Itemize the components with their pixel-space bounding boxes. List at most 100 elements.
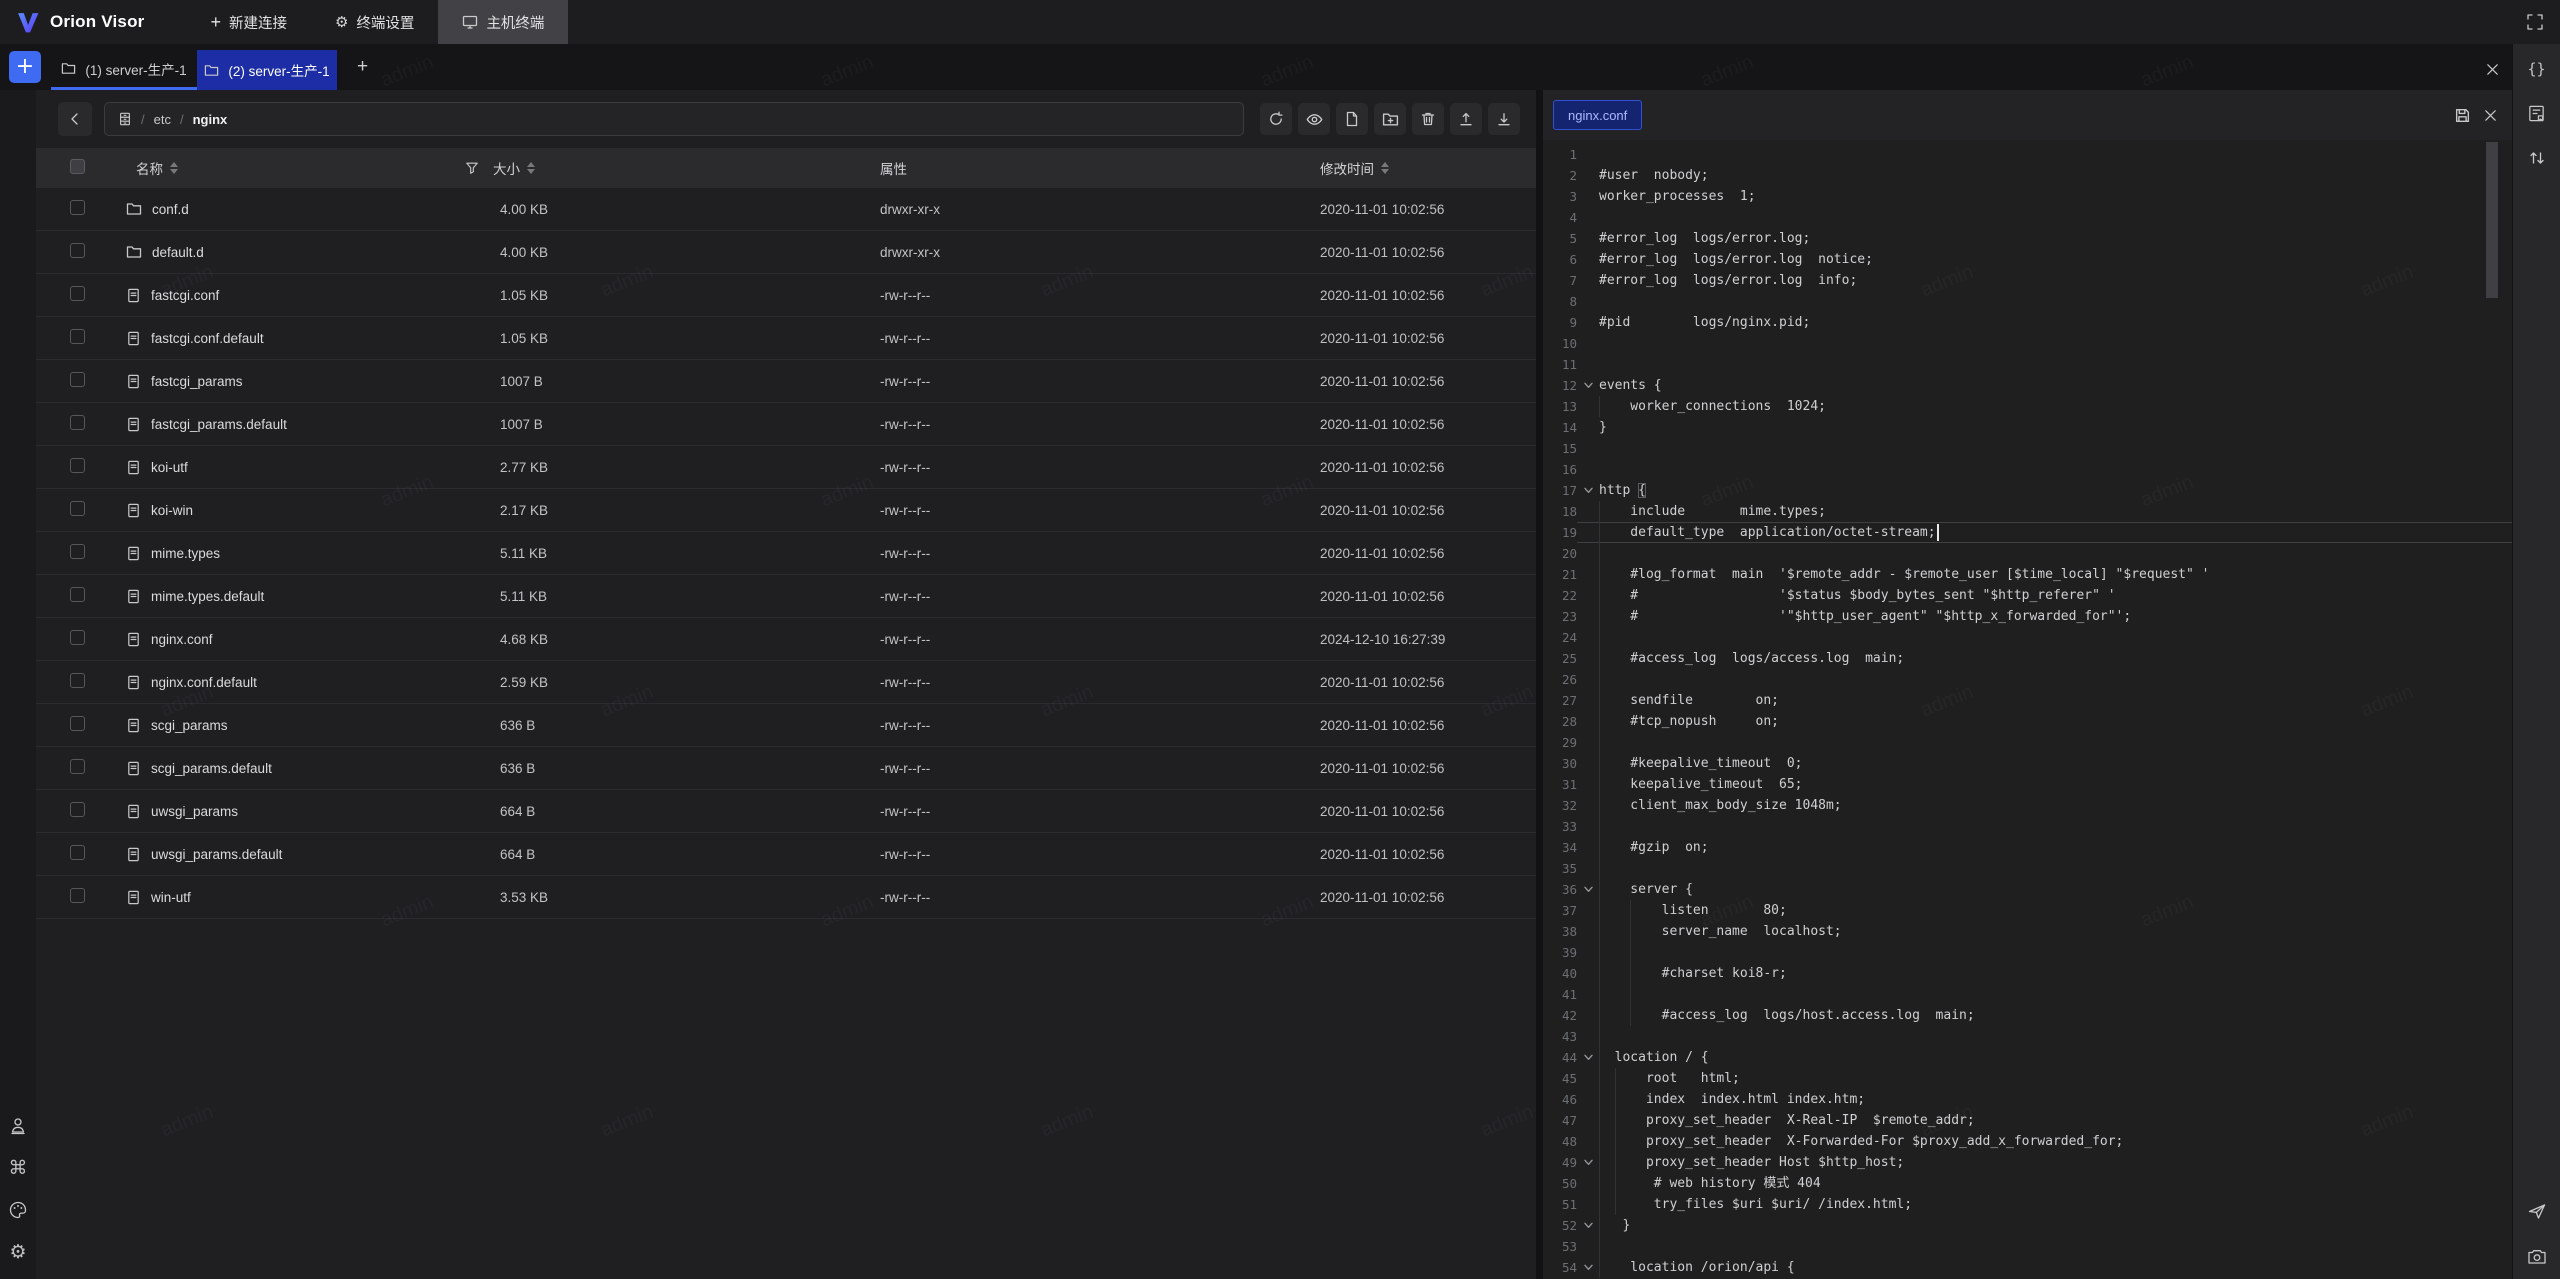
row-checkbox[interactable] bbox=[70, 845, 85, 860]
breadcrumb-segment[interactable]: nginx bbox=[193, 112, 228, 127]
add-tab-button[interactable]: + bbox=[357, 56, 368, 78]
row-checkbox[interactable] bbox=[70, 802, 85, 817]
code-line[interactable]: 5#error_log logs/error.log; bbox=[1543, 228, 2512, 249]
row-checkbox[interactable] bbox=[70, 759, 85, 774]
table-row[interactable]: default.d 4.00 KB drwxr-xr-x 2020-11-01 … bbox=[36, 231, 1536, 274]
new-file-icon[interactable] bbox=[1336, 103, 1368, 135]
table-row[interactable]: nginx.conf 4.68 KB -rw-r--r-- 2024-12-10… bbox=[36, 618, 1536, 661]
column-header-mtime[interactable]: 修改时间 bbox=[1281, 158, 1536, 178]
code-line[interactable]: 12events { bbox=[1543, 375, 2512, 396]
code-line[interactable]: 52 } bbox=[1543, 1215, 2512, 1236]
row-checkbox[interactable] bbox=[70, 544, 85, 559]
fold-chevron-icon[interactable] bbox=[1577, 1052, 1599, 1063]
code-line[interactable]: 10 bbox=[1543, 333, 2512, 354]
code-line[interactable]: 19 default_type application/octet-stream… bbox=[1543, 522, 2512, 543]
script-doc-icon[interactable] bbox=[2527, 104, 2546, 123]
code-line[interactable]: 39 bbox=[1543, 942, 2512, 963]
table-row[interactable]: fastcgi_params.default 1007 B -rw-r--r--… bbox=[36, 403, 1536, 446]
fold-chevron-icon[interactable] bbox=[1577, 380, 1599, 391]
table-row[interactable]: mime.types 5.11 KB -rw-r--r-- 2020-11-01… bbox=[36, 532, 1536, 575]
code-line[interactable]: 51 try_files $uri $uri/ /index.html; bbox=[1543, 1194, 2512, 1215]
menu-terminal-settings[interactable]: ⚙ 终端设置 bbox=[311, 0, 438, 44]
braces-icon[interactable]: {} bbox=[2527, 60, 2545, 78]
menu-new-connection[interactable]: + 新建连接 bbox=[186, 0, 311, 44]
table-row[interactable]: scgi_params.default 636 B -rw-r--r-- 202… bbox=[36, 747, 1536, 790]
menu-host-terminal[interactable]: 主机终端 bbox=[438, 0, 568, 44]
code-line[interactable]: 17http { bbox=[1543, 480, 2512, 501]
code-line[interactable]: 36 server { bbox=[1543, 879, 2512, 900]
code-line[interactable]: 7#error_log logs/error.log info; bbox=[1543, 270, 2512, 291]
palette-icon[interactable] bbox=[8, 1200, 28, 1220]
row-checkbox[interactable] bbox=[70, 630, 85, 645]
new-folder-icon[interactable] bbox=[1374, 103, 1406, 135]
code-line[interactable]: 21 #log_format main '$remote_addr - $rem… bbox=[1543, 564, 2512, 585]
code-line[interactable]: 48 proxy_set_header X-Forwarded-For $pro… bbox=[1543, 1131, 2512, 1152]
table-row[interactable]: fastcgi.conf.default 1.05 KB -rw-r--r-- … bbox=[36, 317, 1536, 360]
code-line[interactable]: 3worker_processes 1; bbox=[1543, 186, 2512, 207]
table-row[interactable]: fastcgi.conf 1.05 KB -rw-r--r-- 2020-11-… bbox=[36, 274, 1536, 317]
code-line[interactable]: 13 worker_connections 1024; bbox=[1543, 396, 2512, 417]
code-line[interactable]: 46 index index.html index.htm; bbox=[1543, 1089, 2512, 1110]
user-icon[interactable] bbox=[8, 1116, 28, 1136]
code-line[interactable]: 37 listen 80; bbox=[1543, 900, 2512, 921]
sort-size-icon[interactable] bbox=[527, 162, 535, 174]
row-checkbox[interactable] bbox=[70, 329, 85, 344]
close-panel-icon[interactable] bbox=[2485, 62, 2500, 77]
code-line[interactable]: 31 keepalive_timeout 65; bbox=[1543, 774, 2512, 795]
fold-chevron-icon[interactable] bbox=[1577, 1220, 1599, 1231]
code-line[interactable]: 38 server_name localhost; bbox=[1543, 921, 2512, 942]
code-line[interactable]: 29 bbox=[1543, 732, 2512, 753]
fold-chevron-icon[interactable] bbox=[1577, 884, 1599, 895]
panel-divider[interactable] bbox=[1536, 90, 1543, 1279]
code-line[interactable]: 18 include mime.types; bbox=[1543, 501, 2512, 522]
code-line[interactable]: 47 proxy_set_header X-Real-IP $remote_ad… bbox=[1543, 1110, 2512, 1131]
code-line[interactable]: 8 bbox=[1543, 291, 2512, 312]
code-line[interactable]: 30 #keepalive_timeout 0; bbox=[1543, 753, 2512, 774]
new-terminal-button[interactable]: + bbox=[9, 51, 41, 83]
table-row[interactable]: mime.types.default 5.11 KB -rw-r--r-- 20… bbox=[36, 575, 1536, 618]
row-checkbox[interactable] bbox=[70, 458, 85, 473]
back-button[interactable] bbox=[58, 102, 92, 136]
code-line[interactable]: 11 bbox=[1543, 354, 2512, 375]
send-command-icon[interactable] bbox=[2527, 1201, 2547, 1221]
table-row[interactable]: uwsgi_params.default 664 B -rw-r--r-- 20… bbox=[36, 833, 1536, 876]
command-icon[interactable]: ⌘ bbox=[9, 1157, 28, 1179]
fold-chevron-icon[interactable] bbox=[1577, 1157, 1599, 1168]
code-line[interactable]: 9#pid logs/nginx.pid; bbox=[1543, 312, 2512, 333]
table-row[interactable]: win-utf 3.53 KB -rw-r--r-- 2020-11-01 10… bbox=[36, 876, 1536, 919]
code-line[interactable]: 6#error_log logs/error.log notice; bbox=[1543, 249, 2512, 270]
code-line[interactable]: 27 sendfile on; bbox=[1543, 690, 2512, 711]
breadcrumb[interactable]: /etc/nginx bbox=[104, 102, 1244, 136]
code-line[interactable]: 14} bbox=[1543, 417, 2512, 438]
code-line[interactable]: 40 #charset koi8-r; bbox=[1543, 963, 2512, 984]
screenshot-camera-icon[interactable] bbox=[2527, 1247, 2547, 1267]
code-line[interactable]: 1 bbox=[1543, 144, 2512, 165]
refresh-icon[interactable] bbox=[1260, 103, 1292, 135]
fold-chevron-icon[interactable] bbox=[1577, 485, 1599, 496]
delete-trash-icon[interactable] bbox=[1412, 103, 1444, 135]
code-line[interactable]: 26 bbox=[1543, 669, 2512, 690]
code-line[interactable]: 45 root html; bbox=[1543, 1068, 2512, 1089]
row-checkbox[interactable] bbox=[70, 243, 85, 258]
table-row[interactable]: scgi_params 636 B -rw-r--r-- 2020-11-01 … bbox=[36, 704, 1536, 747]
table-row[interactable]: nginx.conf.default 2.59 KB -rw-r--r-- 20… bbox=[36, 661, 1536, 704]
code-line[interactable]: 49 proxy_set_header Host $http_host; bbox=[1543, 1152, 2512, 1173]
sort-name-icon[interactable] bbox=[170, 162, 178, 174]
code-line[interactable]: 35 bbox=[1543, 858, 2512, 879]
code-line[interactable]: 22 # '$status $body_bytes_sent "$http_re… bbox=[1543, 585, 2512, 606]
code-line[interactable]: 41 bbox=[1543, 984, 2512, 1005]
table-row[interactable]: koi-utf 2.77 KB -rw-r--r-- 2020-11-01 10… bbox=[36, 446, 1536, 489]
code-line[interactable]: 32 client_max_body_size 1048m; bbox=[1543, 795, 2512, 816]
table-row[interactable]: uwsgi_params 664 B -rw-r--r-- 2020-11-01… bbox=[36, 790, 1536, 833]
settings-gear-icon[interactable]: ⚙ bbox=[9, 1241, 26, 1263]
table-row[interactable]: conf.d 4.00 KB drwxr-xr-x 2020-11-01 10:… bbox=[36, 188, 1536, 231]
save-file-icon[interactable] bbox=[2448, 101, 2476, 129]
filter-funnel-icon[interactable] bbox=[465, 161, 479, 175]
code-line[interactable]: 25 #access_log logs/access.log main; bbox=[1543, 648, 2512, 669]
table-row[interactable]: fastcgi_params 1007 B -rw-r--r-- 2020-11… bbox=[36, 360, 1536, 403]
code-line[interactable]: 4 bbox=[1543, 207, 2512, 228]
sort-mtime-icon[interactable] bbox=[1381, 162, 1389, 174]
editor-file-tab[interactable]: nginx.conf bbox=[1553, 100, 1642, 130]
close-editor-icon[interactable] bbox=[2476, 101, 2504, 129]
download-icon[interactable] bbox=[1488, 103, 1520, 135]
